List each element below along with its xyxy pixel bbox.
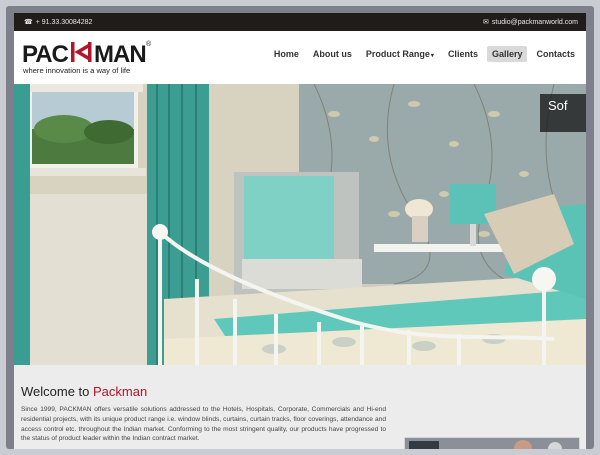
- top-contact-bar: ☎ + 91.33.30084282 ✉ studio@packmanworld.c…: [14, 13, 586, 31]
- logo-tagline: where innovation is a way of life: [22, 66, 130, 75]
- welcome-prefix: Welcome to: [21, 384, 94, 399]
- welcome-brand: Packman: [93, 384, 148, 399]
- logo-graphic: PAC MAN ® where innovation is a way of l…: [22, 40, 152, 75]
- svg-text:PAC: PAC: [22, 41, 69, 68]
- site-header: PAC MAN ® where innovation is a way of l…: [14, 31, 586, 84]
- envelope-icon: ✉: [483, 19, 489, 26]
- nav-clients[interactable]: Clients: [443, 46, 483, 62]
- email-contact[interactable]: ✉ studio@packmanworld.com: [483, 18, 578, 26]
- nav-product-range-label: Product Range: [365, 49, 430, 59]
- packman-logo[interactable]: PAC MAN ® where innovation is a way of l…: [22, 38, 154, 78]
- web-page: ☎ + 91.33.30084282 ✉ studio@packmanworld.c…: [14, 13, 586, 449]
- phone-number: + 91.33.30084282: [35, 19, 93, 26]
- registered-mark: ®: [146, 40, 152, 48]
- phone-icon: ☎: [24, 19, 33, 26]
- main-nav: Home About us Product Range▾ Clients Gal…: [265, 46, 580, 62]
- welcome-text: Since 1999, PACKMAN offers versatile sol…: [21, 406, 386, 443]
- nav-home[interactable]: Home: [269, 46, 304, 62]
- bedroom-photo: [14, 84, 586, 365]
- welcome-heading: Welcome to Packman: [21, 384, 147, 399]
- nav-contacts[interactable]: Contacts: [531, 46, 580, 62]
- nav-product-range[interactable]: Product Range▾: [361, 46, 439, 62]
- welcome-section: Welcome to Packman Since 1999, PACKMAN o…: [14, 365, 586, 449]
- nav-about-us[interactable]: About us: [308, 46, 357, 62]
- email-address: studio@packmanworld.com: [491, 19, 578, 26]
- team-photo-thumbnail[interactable]: [404, 437, 580, 449]
- hero-slider[interactable]: Sof: [14, 84, 586, 365]
- thumbnail-image: [405, 438, 579, 449]
- caret-down-icon: ▾: [430, 53, 434, 59]
- slide-caption: Sof: [540, 94, 586, 132]
- nav-gallery[interactable]: Gallery: [486, 46, 528, 62]
- phone-contact[interactable]: ☎ + 91.33.30084282: [24, 18, 92, 26]
- svg-text:MAN: MAN: [94, 41, 146, 68]
